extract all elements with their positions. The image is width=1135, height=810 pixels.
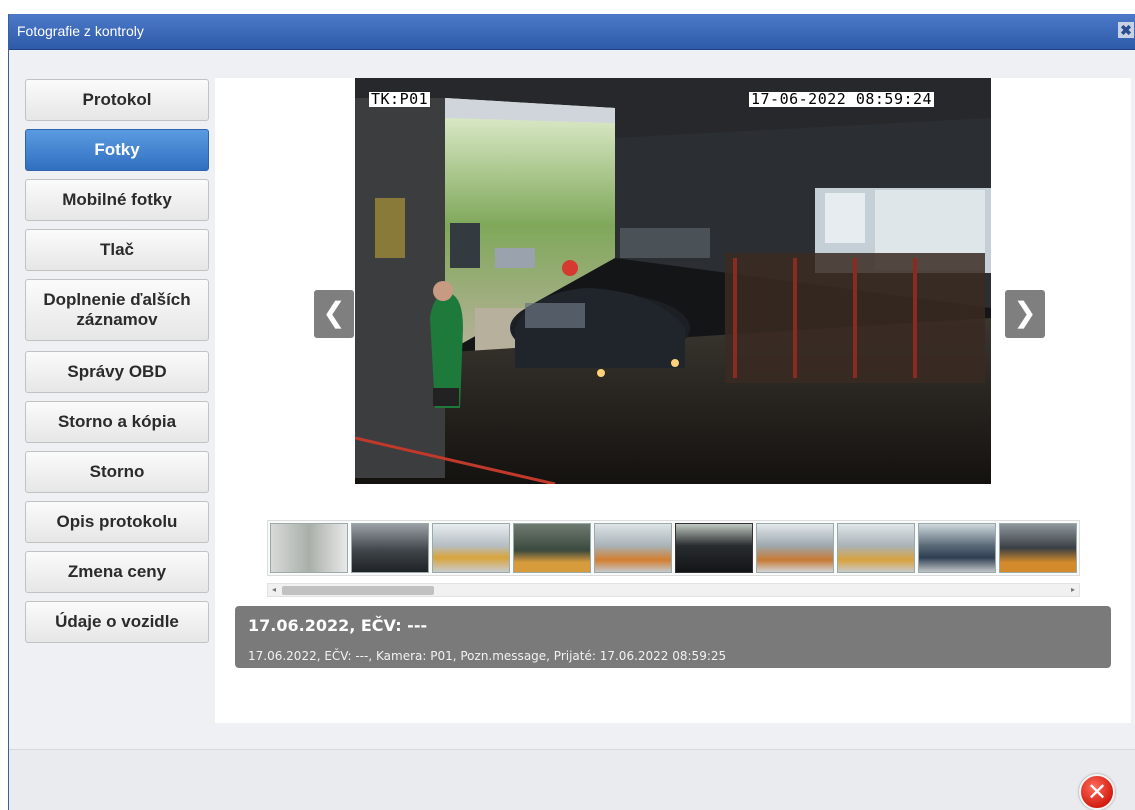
thumbnail-strip xyxy=(267,520,1080,576)
photo-info-title: 17.06.2022, EČV: --- xyxy=(248,616,428,635)
camera-label-overlay: TK:P01 xyxy=(369,90,431,108)
thumbnail-selected[interactable] xyxy=(675,523,753,573)
thumbnail[interactable] xyxy=(513,523,591,573)
thumbnail[interactable] xyxy=(432,523,510,573)
thumbnail[interactable] xyxy=(270,523,348,573)
chevron-right-icon[interactable]: ❯ xyxy=(1005,290,1045,338)
titlebar-close-icon[interactable]: ✖ xyxy=(1118,22,1134,38)
main-photo: TK:P01 17-06-2022 08:59:24 xyxy=(355,78,991,484)
sidebar-item-mobilne-fotky[interactable]: Mobilné fotky xyxy=(25,179,209,221)
sidebar-item-zmena-ceny[interactable]: Zmena ceny xyxy=(25,551,209,593)
sidebar-item-doplnenie[interactable]: Doplnenie ďalších záznamov xyxy=(25,279,209,341)
chevron-left-icon[interactable]: ❮ xyxy=(314,290,354,338)
sidebar-item-storno[interactable]: Storno xyxy=(25,451,209,493)
sidebar-item-tlac[interactable]: Tlač xyxy=(25,229,209,271)
thumbnail-scrollbar[interactable]: ◂ ▸ xyxy=(267,583,1080,597)
photo-info-panel: 17.06.2022, EČV: --- 17.06.2022, EČV: --… xyxy=(235,606,1111,668)
scroll-left-icon[interactable]: ◂ xyxy=(268,584,280,596)
garage-photo-image xyxy=(355,78,991,484)
dialog-title: Fotografie z kontroly xyxy=(17,23,144,39)
close-circle-icon[interactable]: ✕ xyxy=(1079,774,1115,810)
scrollbar-thumb[interactable] xyxy=(282,586,434,595)
sidebar-item-udaje-o-vozidle[interactable]: Údaje o vozidle xyxy=(25,601,209,643)
timestamp-overlay: 17-06-2022 08:59:24 xyxy=(749,90,935,108)
thumbnail[interactable] xyxy=(837,523,915,573)
photo-dialog: Fotografie z kontroly ✖ Protokol Fotky M… xyxy=(8,14,1135,810)
thumbnail[interactable] xyxy=(918,523,996,573)
sidebar-item-protokol[interactable]: Protokol xyxy=(25,79,209,121)
sidebar-item-spravy-obd[interactable]: Správy OBD xyxy=(25,351,209,393)
sidebar-item-opis-protokolu[interactable]: Opis protokolu xyxy=(25,501,209,543)
title-bar: Fotografie z kontroly ✖ xyxy=(9,14,1135,50)
thumbnail[interactable] xyxy=(351,523,429,573)
dialog-footer: ✕ xyxy=(9,749,1135,810)
sidebar-item-storno-a-kopia[interactable]: Storno a kópia xyxy=(25,401,209,443)
photo-panel: TK:P01 17-06-2022 08:59:24 ❮ ❯ ◂ ▸ 17.06… xyxy=(215,78,1131,723)
thumbnail[interactable] xyxy=(594,523,672,573)
photo-info-detail: 17.06.2022, EČV: ---, Kamera: P01, Pozn.… xyxy=(248,649,727,663)
scroll-right-icon[interactable]: ▸ xyxy=(1067,584,1079,596)
thumbnail[interactable] xyxy=(999,523,1077,573)
thumbnail[interactable] xyxy=(756,523,834,573)
sidebar-item-fotky[interactable]: Fotky xyxy=(25,129,209,171)
